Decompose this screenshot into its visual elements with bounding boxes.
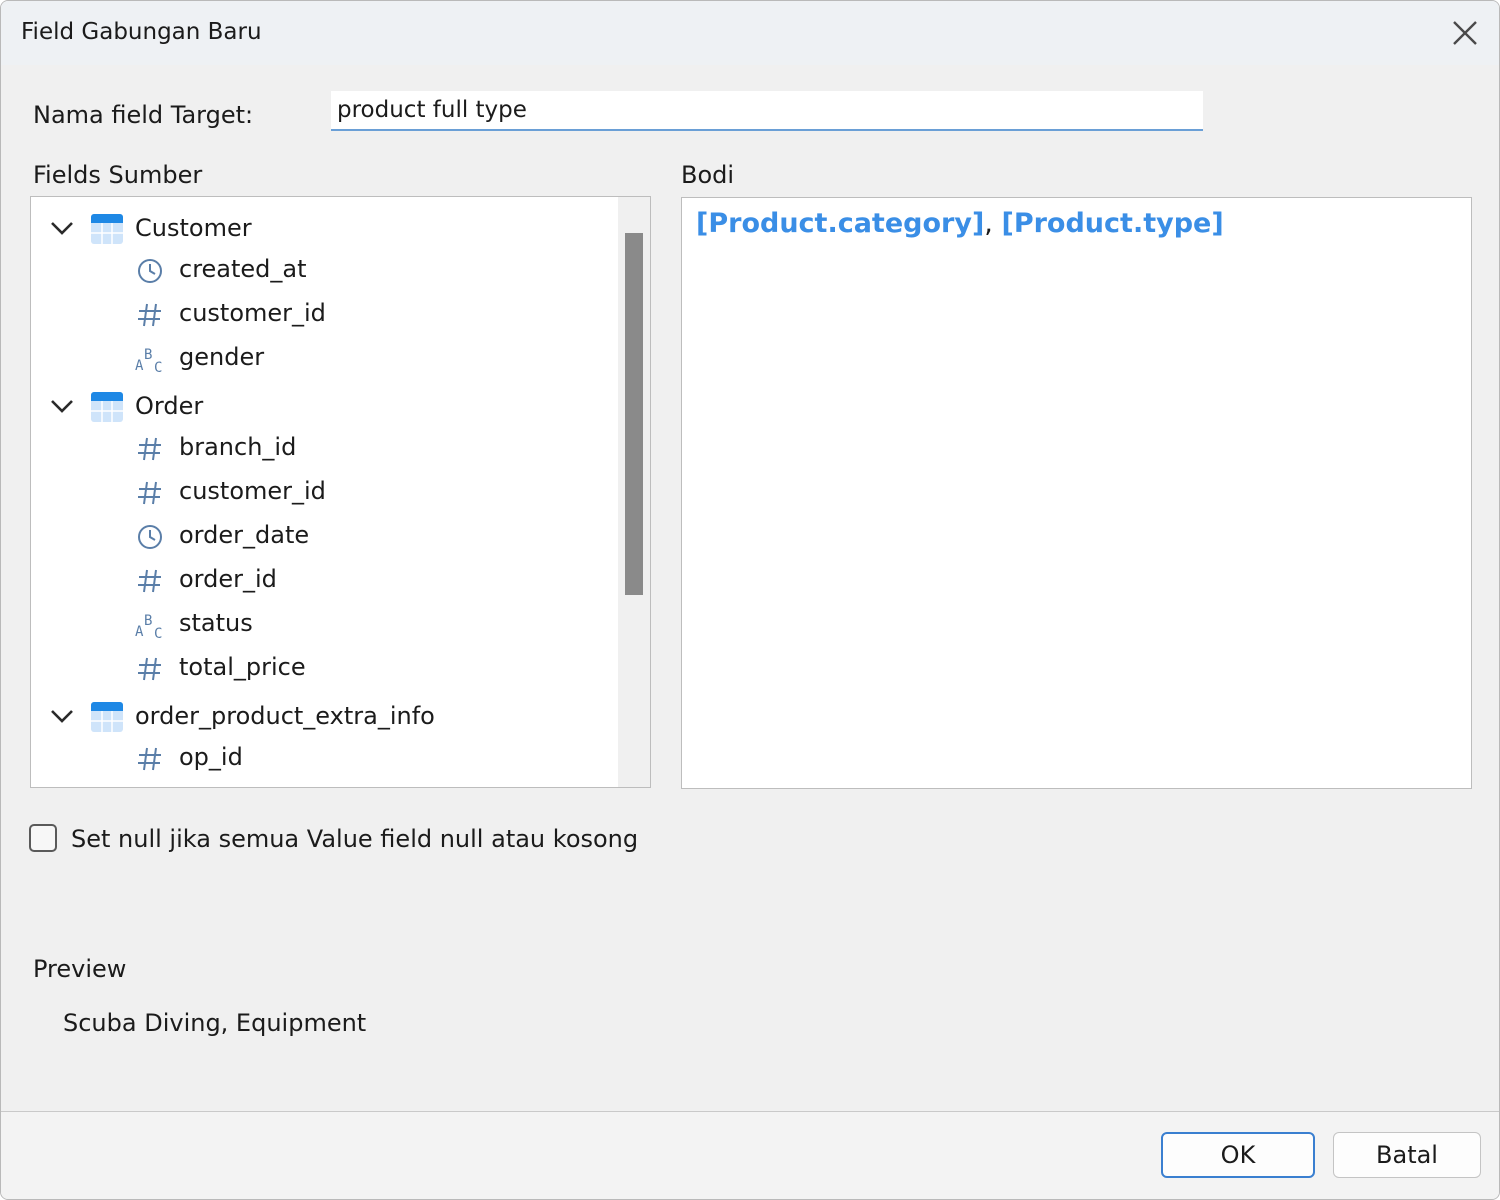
svg-text:B: B — [144, 347, 152, 363]
chevron-down-icon[interactable] — [49, 708, 75, 724]
body-label: Bodi — [681, 161, 735, 189]
close-button[interactable] — [1443, 13, 1487, 53]
tree-node-order-product-extra-info[interactable]: order_product_extra_info — [31, 696, 618, 736]
hash-icon — [138, 747, 161, 771]
svg-text:B: B — [144, 613, 152, 629]
svg-text:A: A — [135, 624, 144, 640]
field-name: branch_id — [179, 433, 297, 461]
svg-text:C: C — [154, 360, 162, 374]
ok-button[interactable]: OK — [1161, 1132, 1315, 1178]
hash-icon — [138, 657, 161, 681]
source-fields-tree[interactable]: Customer created_at customer_id A B C ge… — [30, 196, 651, 788]
tree-field-item[interactable]: branch_id — [31, 428, 618, 468]
tree-scrollbar[interactable] — [618, 197, 650, 787]
chevron-down-icon[interactable] — [49, 220, 75, 236]
preview-label: Preview — [33, 955, 127, 983]
text-type-icon: A B C — [135, 613, 162, 640]
title-bar: Field Gabungan Baru — [1, 1, 1499, 65]
field-name: customer_id — [179, 477, 326, 505]
tree-field-item[interactable]: created_at — [31, 250, 618, 290]
set-null-checkbox[interactable] — [29, 824, 57, 852]
field-name: order_date — [179, 521, 310, 549]
hash-icon — [138, 303, 161, 327]
clock-icon — [138, 259, 162, 283]
scrollbar-thumb[interactable] — [625, 233, 643, 595]
field-name: created_at — [179, 255, 307, 283]
body-expression: [Product.category], [Product.type] — [696, 208, 1224, 239]
field-name: status — [179, 609, 253, 637]
clock-icon — [138, 525, 162, 549]
new-concat-field-dialog: Field Gabungan Baru Nama field Target: F… — [0, 0, 1500, 1200]
close-icon — [1453, 21, 1477, 45]
tree-field-item[interactable]: total_price — [31, 648, 618, 688]
dialog-title: Field Gabungan Baru — [21, 19, 262, 45]
tree-field-item[interactable]: A B C gender — [31, 338, 618, 378]
expression-separator: , — [984, 208, 993, 239]
table-icon — [91, 702, 123, 732]
table-name: order_product_extra_info — [135, 702, 435, 730]
cancel-button[interactable]: Batal — [1333, 1132, 1481, 1178]
text-type-icon: A B C — [135, 347, 162, 374]
dialog-footer: OK Batal — [1, 1111, 1499, 1199]
target-field-input[interactable] — [331, 91, 1203, 131]
hash-icon — [138, 481, 161, 505]
hash-icon — [138, 569, 161, 593]
field-name: order_id — [179, 565, 277, 593]
body-expression-editor[interactable]: [Product.category], [Product.type] — [681, 197, 1472, 789]
tree-field-item[interactable]: customer_id — [31, 294, 618, 334]
table-icon — [91, 392, 123, 422]
field-name: total_price — [179, 653, 306, 681]
set-null-checkbox-label[interactable]: Set null jika semua Value field null ata… — [71, 825, 638, 853]
field-name: op_id — [179, 743, 243, 771]
field-name: customer_id — [179, 299, 326, 327]
tree-field-item[interactable]: customer_id — [31, 472, 618, 512]
svg-text:C: C — [154, 626, 162, 640]
tree-node-order[interactable]: Order — [31, 386, 618, 426]
svg-text:A: A — [135, 358, 144, 374]
tree-field-item[interactable]: order_id — [31, 560, 618, 600]
tree-node-customer[interactable]: Customer — [31, 208, 618, 248]
chevron-down-icon[interactable] — [49, 398, 75, 414]
target-field-label: Nama field Target: — [33, 101, 254, 129]
field-token: [Product.type] — [1001, 208, 1224, 239]
table-name: Order — [135, 392, 204, 420]
field-name: gender — [179, 343, 265, 371]
source-fields-label: Fields Sumber — [33, 161, 203, 189]
tree-field-item[interactable]: A B C status — [31, 604, 618, 644]
table-name: Customer — [135, 214, 252, 242]
tree-field-item[interactable]: op_id — [31, 738, 618, 778]
field-token: [Product.category] — [696, 208, 985, 239]
tree-field-item[interactable]: order_date — [31, 516, 618, 556]
hash-icon — [138, 437, 161, 461]
preview-value: Scuba Diving, Equipment — [63, 1009, 367, 1037]
table-icon — [91, 214, 123, 244]
